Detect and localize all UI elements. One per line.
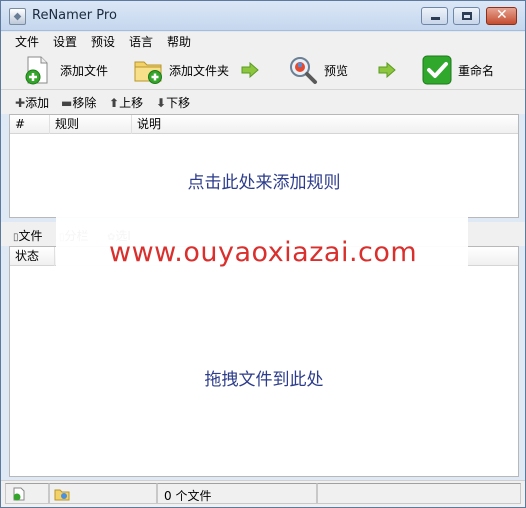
status-panel-preview[interactable] xyxy=(49,483,157,504)
preview-label: 预览 xyxy=(324,64,349,78)
menu-settings[interactable]: 设置 xyxy=(53,33,77,50)
window-title: ReNamer Pro xyxy=(32,8,117,23)
move-up-button[interactable]: ⬆上移 xyxy=(109,94,143,111)
column-header-status[interactable]: 状态 xyxy=(10,247,55,266)
files-menu-button[interactable]: ▯文件 xyxy=(13,227,43,244)
checkmark-icon xyxy=(422,55,452,85)
add-folders-label: 添加文件夹 xyxy=(169,64,230,78)
move-up-label: 上移 xyxy=(119,96,144,110)
column-header-rule[interactable]: 规则 xyxy=(50,115,132,134)
column-header-description[interactable]: 说明 xyxy=(132,115,518,134)
menu-help[interactable]: 帮助 xyxy=(167,33,191,50)
add-files-button[interactable]: 添加文件 xyxy=(23,50,119,90)
rules-toolbar: ✚添加 ▬移除 ⬆上移 ⬇下移 xyxy=(1,90,525,114)
minimize-button[interactable] xyxy=(421,7,448,25)
rename-button[interactable]: 重命名 xyxy=(422,50,502,90)
magnifier-icon xyxy=(290,57,317,84)
remove-rule-label: 移除 xyxy=(72,96,97,110)
menu-bar: 文件 设置 预设 语言 帮助 xyxy=(1,32,525,50)
column-header-index[interactable]: # xyxy=(10,115,50,134)
rename-label: 重命名 xyxy=(458,64,495,78)
add-rule-label: 添加 xyxy=(25,96,50,110)
close-icon: ✕ xyxy=(496,7,508,23)
status-panel-count: 0 个文件 xyxy=(157,483,317,504)
title-bar[interactable]: ReNamer Pro ✕ xyxy=(1,1,525,31)
add-rules-hint[interactable]: 点击此处来添加规则 xyxy=(10,168,518,193)
add-folder-icon xyxy=(134,61,162,84)
arrow-up-icon: ⬆ xyxy=(109,96,120,110)
main-toolbar: 添加文件 添加文件夹 预览 重命名 xyxy=(1,50,525,90)
rules-table-header: # 规则 说明 xyxy=(10,115,518,134)
status-panel-empty xyxy=(317,483,521,504)
add-file-icon xyxy=(13,487,25,501)
app-icon xyxy=(9,8,26,25)
arrow-right-icon xyxy=(378,62,396,78)
maximize-button[interactable] xyxy=(453,7,480,25)
move-down-button[interactable]: ⬇下移 xyxy=(156,94,190,111)
preview-folder-icon xyxy=(54,489,70,501)
add-files-label: 添加文件 xyxy=(60,64,109,78)
remove-rule-button[interactable]: ▬移除 xyxy=(61,94,96,111)
menu-file[interactable]: 文件 xyxy=(15,33,39,50)
add-file-icon xyxy=(25,56,48,85)
watermark-text: www.ouyaoxiazai.com xyxy=(109,237,418,268)
move-down-label: 下移 xyxy=(166,96,191,110)
file-count: 0 个文件 xyxy=(164,489,212,503)
close-button[interactable]: ✕ xyxy=(486,7,517,25)
rules-table[interactable]: # 规则 说明 点击此处来添加规则 xyxy=(9,114,519,218)
drop-files-hint[interactable]: 拖拽文件到此处 xyxy=(10,365,518,390)
menu-language[interactable]: 语言 xyxy=(129,33,153,50)
arrow-down-icon: ⬇ xyxy=(156,96,167,110)
add-folders-button[interactable]: 添加文件夹 xyxy=(133,50,233,90)
add-rule-button[interactable]: ✚添加 xyxy=(15,94,49,111)
minimize-icon xyxy=(431,17,440,20)
files-menu-label: 文件 xyxy=(18,229,43,243)
status-panel-add[interactable] xyxy=(5,483,49,504)
preview-button[interactable]: 预览 xyxy=(288,50,358,90)
minus-icon: ▬ xyxy=(61,96,73,110)
plus-icon: ✚ xyxy=(15,96,26,110)
menu-presets[interactable]: 预设 xyxy=(91,33,115,50)
watermark-overlay xyxy=(56,213,468,363)
app-window: ReNamer Pro ✕ 文件 设置 预设 语言 帮助 添加文件 添加文件夹 … xyxy=(0,0,526,508)
maximize-icon xyxy=(462,12,472,20)
arrow-right-icon xyxy=(241,62,259,78)
status-bar: 0 个文件 xyxy=(1,480,525,507)
